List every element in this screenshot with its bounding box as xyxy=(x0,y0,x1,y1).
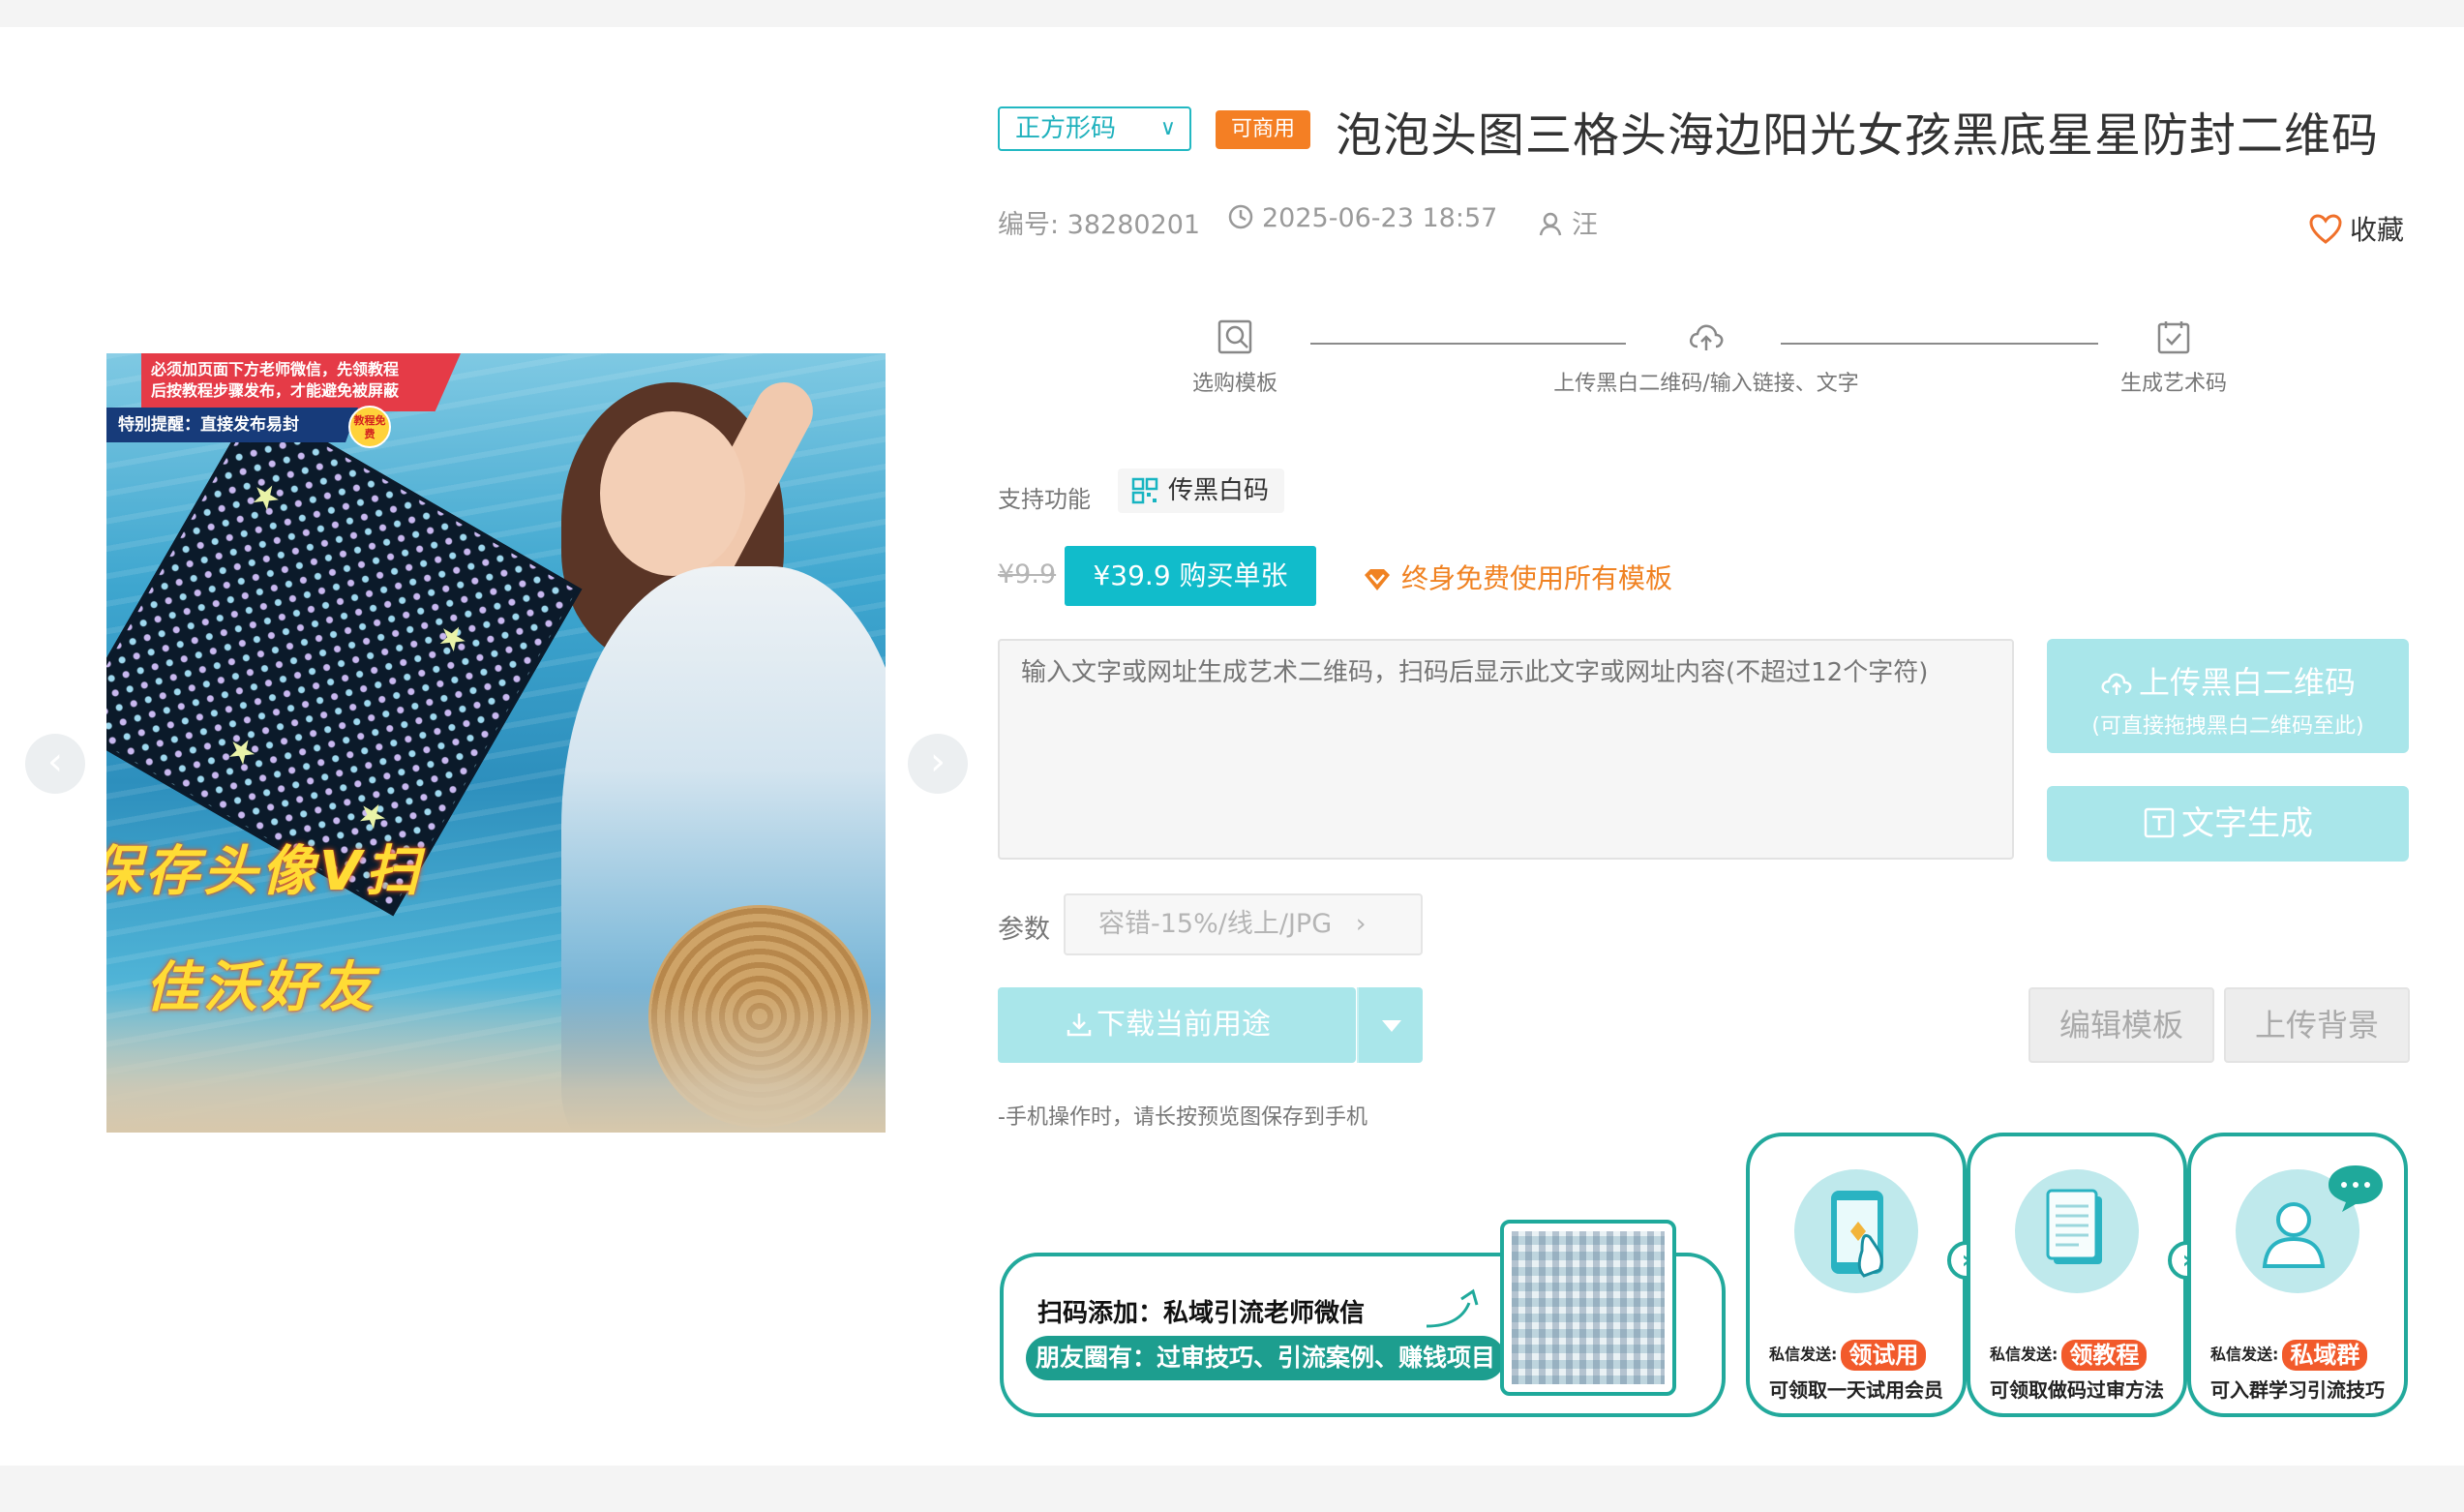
original-price: ¥9.9 xyxy=(998,559,1057,590)
chat-bubble-icon xyxy=(2329,1165,2383,1212)
promo-card-prefix: 私信发送: xyxy=(2210,1345,2279,1364)
promo-card-prefix: 私信发送: xyxy=(1990,1345,2058,1364)
diamond-icon xyxy=(1365,569,1390,590)
warning-notice: 必须加页面下方老师微信，先领教程 后按教程步骤发布，才能避免被屏蔽 特别提醒：直… xyxy=(106,353,461,448)
author: 汪 xyxy=(1537,203,1598,241)
publish-datetime: 2025-06-23 18:57 xyxy=(1227,203,1497,233)
page-footer-band xyxy=(0,1466,2464,1512)
promo-card-trial: 私信发送: 领试用 可领取一天试用会员 xyxy=(1746,1133,1967,1417)
overlay-text-line-1: 保存头像V扫 xyxy=(106,840,424,903)
step-label: 上传黑白二维码/输入链接、文字 xyxy=(1553,372,1859,396)
step-label: 生成艺术码 xyxy=(2119,372,2227,396)
notice-red-banner: 必须加页面下方老师微信，先领教程 后按教程步骤发布，才能避免被屏蔽 xyxy=(141,353,461,411)
cloud-upload-icon xyxy=(1690,324,1724,350)
promo-card-line1: 私信发送: 私域群 xyxy=(2210,1340,2368,1371)
download-label: 下载当前用途 xyxy=(1097,1008,1271,1042)
notice-highlight: 特别提醒：直接发布易封 xyxy=(106,408,358,442)
star-icon: ★ xyxy=(430,614,475,663)
qr-code-pattern xyxy=(1512,1231,1665,1384)
promo-card-line1: 私信发送: 领教程 xyxy=(1990,1340,2148,1371)
download-button[interactable]: 下载当前用途 xyxy=(998,987,1356,1063)
upload-main-label: 上传黑白二维码 xyxy=(2138,664,2356,701)
features-label: 支持功能 xyxy=(998,486,1091,513)
notice-badge: 教程免费 xyxy=(348,406,391,448)
page-title: 泡泡头图三格头海边阳光女孩黑底星星防封二维码 xyxy=(1336,108,2380,163)
promo-card-tag: 领试用 xyxy=(1841,1340,1927,1371)
upload-sub-label: (可直接拖拽黑白二维码至此) xyxy=(2091,714,2364,739)
clock-icon xyxy=(1228,204,1253,229)
notice-line-1: 必须加页面下方老师微信，先领教程 xyxy=(151,360,400,378)
step-select-template: 选购模板 xyxy=(1187,318,1283,397)
overlay-text-line-2: 佳沃好友 xyxy=(145,956,377,1019)
favorite-button[interactable]: 收藏 xyxy=(2309,209,2404,248)
curved-arrow-icon xyxy=(1426,1288,1479,1328)
chevron-left-icon: ‹ xyxy=(47,740,63,784)
page-content: ★ ★ ★ ★ 必须加页面下方老师微信，先领教程 后按教程步骤发布，才能避免被屏… xyxy=(0,27,2464,1466)
step-upload-qr: 上传黑白二维码/输入链接、文字 xyxy=(1537,318,1876,397)
code-type-select[interactable]: 正方形码 ∨ xyxy=(998,106,1191,151)
params-select[interactable]: 容错-15%/线上/JPG › xyxy=(1064,893,1423,955)
code-type-value: 正方形码 xyxy=(1015,114,1117,143)
lifetime-vip-link[interactable]: 终身免费使用所有模板 xyxy=(1363,558,1672,596)
chevron-down-icon: ∨ xyxy=(1159,116,1176,140)
buy-single-button[interactable]: ¥39.9 购买单张 xyxy=(1065,546,1316,606)
step-generate-art: 生成艺术码 xyxy=(2116,318,2232,397)
text-generate-button[interactable]: 文字生成 xyxy=(2047,786,2409,862)
text-box-icon xyxy=(2144,807,2175,838)
download-icon xyxy=(1067,1013,1092,1037)
promo-card-line1: 私信发送: 领试用 xyxy=(1769,1340,1927,1371)
step-label: 选购模板 xyxy=(1191,372,1277,396)
qr-grid-icon xyxy=(1131,477,1158,504)
text-generate-label: 文字生成 xyxy=(2181,804,2313,843)
promo-card-desc: 可领取做码过审方法 xyxy=(1990,1378,2164,1402)
promo-wechat-pill: 朋友圈有：过审技巧、引流案例、赚钱项目 xyxy=(1026,1336,1506,1380)
content-text-input[interactable] xyxy=(998,639,2014,860)
document-icon xyxy=(2015,1169,2139,1293)
upload-background-button[interactable]: 上传背景 xyxy=(2224,987,2410,1063)
chevron-right-icon: › xyxy=(1355,909,1367,939)
author-name: 汪 xyxy=(1572,210,1598,240)
heart-icon xyxy=(2309,214,2342,244)
notice-line-2: 后按教程步骤发布，才能避免被屏蔽 xyxy=(151,381,400,400)
mobile-save-hint: -手机操作时，请长按预览图保存到手机 xyxy=(998,1105,1367,1130)
params-value: 容错-15%/线上/JPG xyxy=(1098,909,1333,939)
girl-face-shape xyxy=(600,411,745,576)
promo-card-desc: 可入群学习引流技巧 xyxy=(2210,1378,2385,1402)
calendar-check-icon xyxy=(2157,321,2190,354)
feature-chip-label: 传黑白码 xyxy=(1168,476,1270,505)
vip-link-label: 终身免费使用所有模板 xyxy=(1401,562,1673,594)
cloud-upload-icon xyxy=(2101,673,2132,695)
commercial-badge: 可商用 xyxy=(1216,110,1310,149)
template-preview-image[interactable]: ★ ★ ★ ★ 必须加页面下方老师微信，先领教程 后按教程步骤发布，才能避免被屏… xyxy=(106,353,886,1133)
promo-card-desc: 可领取一天试用会员 xyxy=(1769,1378,1943,1402)
search-template-icon xyxy=(1217,319,1252,354)
download-options-dropdown[interactable] xyxy=(1357,987,1423,1063)
chevron-right-icon: › xyxy=(930,740,946,784)
carousel-prev-button[interactable]: ‹ xyxy=(25,734,85,794)
step-connector xyxy=(1781,343,2098,345)
star-icon: ★ xyxy=(219,727,264,776)
promo-card-tutorial: 私信发送: 领教程 可领取做码过审方法 xyxy=(1967,1133,2187,1417)
phone-tap-icon xyxy=(1794,1169,1918,1293)
promo-card-prefix: 私信发送: xyxy=(1769,1345,1838,1364)
favorite-label: 收藏 xyxy=(2350,214,2405,246)
user-icon xyxy=(1539,212,1562,236)
promo-card-tag: 私域群 xyxy=(2282,1340,2368,1371)
template-id: 编号: 38280201 xyxy=(998,210,1201,240)
carousel-next-button[interactable]: › xyxy=(908,734,968,794)
feature-chip-bw-code: 传黑白码 xyxy=(1118,469,1285,513)
datetime-text: 2025-06-23 18:57 xyxy=(1262,203,1498,233)
promo-card-tag: 领教程 xyxy=(2061,1340,2148,1371)
promo-wechat-title: 扫码添加：私域引流老师微信 xyxy=(1037,1299,1366,1328)
edit-template-button[interactable]: 编辑模板 xyxy=(2028,987,2214,1063)
promo-qr-code[interactable] xyxy=(1500,1220,1676,1396)
promo-card-group: 私信发送: 私域群 可入群学习引流技巧 xyxy=(2187,1133,2408,1417)
upload-bw-qr-button[interactable]: 上传黑白二维码 (可直接拖拽黑白二维码至此) xyxy=(2047,639,2409,753)
star-icon: ★ xyxy=(243,472,288,522)
params-label: 参数 xyxy=(998,915,1050,945)
